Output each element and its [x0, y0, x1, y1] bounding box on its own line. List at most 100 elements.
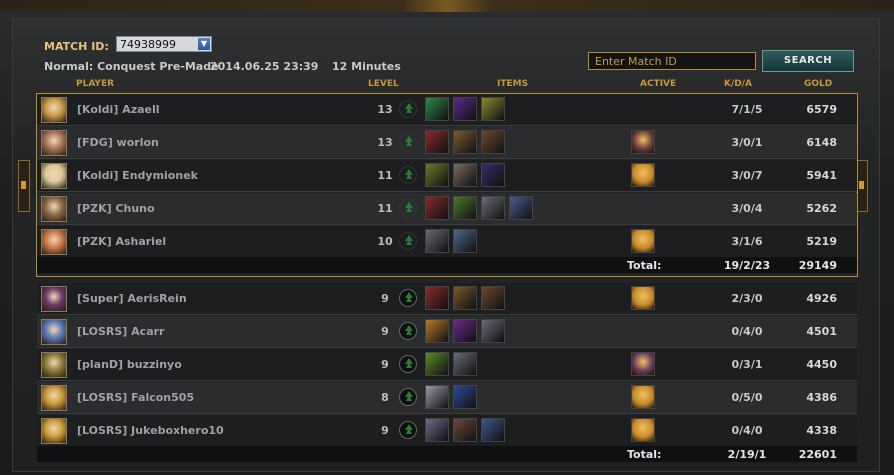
tree-icon	[399, 289, 417, 307]
player-level: 11	[377, 169, 393, 182]
item-icon[interactable]	[453, 319, 477, 343]
tree-icon	[399, 388, 417, 406]
item-icon[interactable]	[481, 130, 505, 154]
player-name[interactable]: [LOSRS] Falcon505	[77, 391, 194, 404]
tree-icon	[399, 199, 417, 217]
player-name[interactable]: [Koldi] Azaell	[77, 103, 160, 116]
player-avatar	[41, 196, 67, 222]
player-row[interactable]: [Super] AerisRein 9 2/3/0 4926	[37, 283, 857, 315]
item-icon[interactable]	[481, 196, 505, 220]
player-name[interactable]: [LOSRS] Acarr	[77, 325, 164, 338]
player-row[interactable]: [FDG] worlon 13 3/0/1 6148	[37, 127, 857, 159]
player-row[interactable]: [LOSRS] Jukeboxhero10 9 0/4/0 4338	[37, 415, 857, 447]
player-avatar	[41, 418, 67, 444]
player-row[interactable]: [LOSRS] Falcon505 8 0/5/0 4386	[37, 382, 857, 414]
player-level: 10	[377, 235, 393, 248]
player-gold: 4338	[806, 424, 837, 437]
player-level: 9	[381, 424, 389, 437]
player-row[interactable]: [Koldi] Azaell 13 7/1/5 6579	[37, 94, 857, 126]
player-kda: 3/1/6	[731, 235, 763, 248]
player-level: 11	[377, 202, 393, 215]
player-name[interactable]: [FDG] worlon	[77, 136, 159, 149]
player-row[interactable]: [PZK] Chuno 11 3/0/4 5262	[37, 193, 857, 225]
player-name[interactable]: [PZK] Chuno	[77, 202, 155, 215]
player-gold: 5262	[806, 202, 837, 215]
player-level: 13	[377, 103, 393, 116]
player-name[interactable]: [Super] AerisRein	[77, 292, 187, 305]
player-name[interactable]: [PZK] Ashariel	[77, 235, 166, 248]
column-header-active: ACTIVE	[640, 79, 677, 89]
chevron-down-icon[interactable]: ▼	[198, 38, 210, 50]
item-icon[interactable]	[481, 163, 505, 187]
item-icon[interactable]	[425, 352, 449, 376]
player-row[interactable]: [LOSRS] Acarr 9 0/4/0 4501	[37, 316, 857, 348]
player-level: 8	[381, 391, 389, 404]
item-icon[interactable]	[453, 229, 477, 253]
match-id-value: 74938999	[120, 38, 176, 51]
active-item-icon[interactable]	[631, 163, 655, 187]
player-name[interactable]: [Koldi] Endymionek	[77, 169, 198, 182]
item-icon[interactable]	[453, 196, 477, 220]
item-icon[interactable]	[425, 286, 449, 310]
player-name[interactable]: [LOSRS] Jukeboxhero10	[77, 424, 224, 437]
search-button[interactable]: SEARCH	[762, 50, 854, 72]
team-total-row: Total: 19/2/23 29149	[37, 257, 857, 273]
item-icon[interactable]	[425, 385, 449, 409]
total-gold: 29149	[798, 259, 837, 272]
tree-icon	[399, 322, 417, 340]
item-icon[interactable]	[425, 319, 449, 343]
item-icon[interactable]	[425, 97, 449, 121]
tree-icon	[399, 166, 417, 184]
player-gold: 5941	[806, 169, 837, 182]
item-icon[interactable]	[481, 418, 505, 442]
player-kda: 3/0/7	[731, 169, 763, 182]
player-row[interactable]: [PZK] Ashariel 10 3/1/6 5219	[37, 226, 857, 258]
item-icon[interactable]	[453, 385, 477, 409]
window-top-border	[0, 0, 894, 12]
active-item-icon[interactable]	[631, 130, 655, 154]
player-kda: 3/0/1	[731, 136, 763, 149]
item-icon[interactable]	[425, 196, 449, 220]
active-item-icon[interactable]	[631, 385, 655, 409]
active-item-icon[interactable]	[631, 286, 655, 310]
player-kda: 7/1/5	[731, 103, 763, 116]
search-input[interactable]: Enter Match ID	[588, 52, 756, 70]
item-icon[interactable]	[481, 286, 505, 310]
player-gold: 5219	[806, 235, 837, 248]
player-gold: 4501	[806, 325, 837, 338]
item-icon[interactable]	[425, 163, 449, 187]
match-id-label: MATCH ID:	[44, 40, 109, 53]
player-row[interactable]: [Koldi] Endymionek 11 3/0/7 5941	[37, 160, 857, 192]
item-icon[interactable]	[425, 229, 449, 253]
active-item-icon[interactable]	[631, 352, 655, 376]
player-level: 9	[381, 358, 389, 371]
item-icon[interactable]	[425, 418, 449, 442]
item-icon[interactable]	[425, 130, 449, 154]
total-label: Total:	[627, 448, 662, 461]
scoreboard-window: MATCH ID: 74938999 ▼ Normal: Conquest Pr…	[0, 0, 894, 475]
item-icon[interactable]	[509, 196, 533, 220]
item-icon[interactable]	[453, 286, 477, 310]
tree-icon	[399, 133, 417, 151]
player-gold: 4926	[806, 292, 837, 305]
item-icon[interactable]	[481, 97, 505, 121]
item-icon[interactable]	[453, 352, 477, 376]
item-icon[interactable]	[453, 163, 477, 187]
match-id-dropdown[interactable]: 74938999 ▼	[116, 36, 212, 52]
player-row[interactable]: [planD] buzzinyo 9 0/3/1 4450	[37, 349, 857, 381]
tree-icon	[399, 421, 417, 439]
player-avatar	[41, 286, 67, 312]
player-kda: 0/4/0	[731, 325, 763, 338]
tree-icon	[399, 100, 417, 118]
active-item-icon[interactable]	[631, 229, 655, 253]
item-icon[interactable]	[453, 418, 477, 442]
player-name[interactable]: [planD] buzzinyo	[77, 358, 182, 371]
item-icon[interactable]	[453, 130, 477, 154]
player-gold: 6579	[806, 103, 837, 116]
player-avatar	[41, 385, 67, 411]
item-icon[interactable]	[481, 319, 505, 343]
active-item-icon[interactable]	[631, 418, 655, 442]
item-icon[interactable]	[453, 97, 477, 121]
total-label: Total:	[627, 259, 662, 272]
player-kda: 0/3/1	[731, 358, 763, 371]
